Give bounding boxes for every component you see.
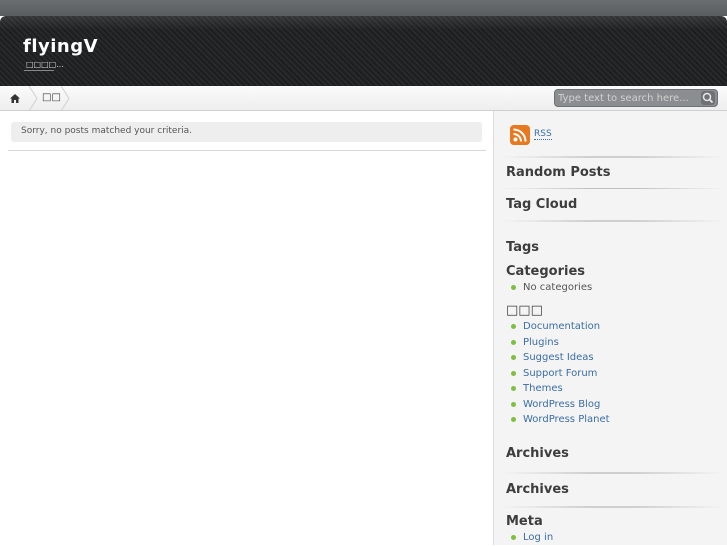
home-tab[interactable] [0, 86, 30, 111]
main-content: Sorry, no posts matched your criteria. [0, 111, 493, 545]
top-strip [0, 0, 727, 16]
widget-divider [502, 220, 724, 222]
link-documentation[interactable]: Documentation [523, 321, 600, 332]
list-item[interactable]: WordPress Planet [506, 412, 616, 426]
widget-title-archives: Archives [506, 482, 569, 497]
link-wordpress-blog[interactable]: WordPress Blog [523, 399, 600, 410]
blogroll-list: Documentation Plugins Suggest Ideas Supp… [506, 319, 616, 426]
site-title[interactable]: flyingV [23, 36, 98, 57]
link-themes[interactable]: Themes [523, 383, 563, 394]
search-input[interactable] [558, 91, 700, 105]
widget-title-links: □□□ [506, 303, 543, 318]
bullet-icon [511, 355, 516, 360]
widget-divider [502, 472, 724, 474]
nav-separator-chevron [29, 86, 38, 111]
list-item[interactable]: Suggest Ideas [506, 350, 616, 366]
site-header: flyingV □□□□... [0, 16, 727, 86]
list-item[interactable]: WordPress Blog [506, 397, 616, 413]
bullet-icon [511, 417, 516, 422]
widget-divider [502, 506, 724, 508]
list-item[interactable]: Themes [506, 381, 616, 397]
bullet-icon [511, 370, 516, 376]
link-plugins[interactable]: Plugins [523, 337, 559, 348]
list-item: No categories [506, 280, 616, 296]
home-icon [10, 94, 20, 103]
content-divider [8, 150, 486, 151]
no-posts-notice: Sorry, no posts matched your criteria. [11, 122, 482, 142]
widget-title-random-posts: Random Posts [506, 165, 611, 180]
list-item[interactable]: Documentation [506, 319, 616, 335]
search-icon[interactable] [701, 91, 715, 105]
widget-divider [502, 188, 724, 189]
nav-separator-chevron [61, 86, 70, 111]
rss-icon[interactable] [510, 125, 530, 145]
widget-title-archives: Archives [506, 446, 569, 461]
bullet-icon [511, 386, 516, 391]
header-shine [0, 16, 727, 30]
categories-list: No categories [506, 280, 616, 296]
sidebar: RSS Random Posts Tag Cloud Tags Categori… [493, 111, 727, 545]
list-item[interactable]: Support Forum [506, 366, 616, 382]
widget-title-meta: Meta [506, 514, 543, 529]
link-wordpress-planet[interactable]: WordPress Planet [523, 414, 610, 425]
bullet-icon [511, 285, 516, 290]
meta-list: Log in [506, 530, 616, 546]
site-description-underline [24, 70, 54, 71]
bullet-icon [511, 401, 516, 407]
link-support-forum[interactable]: Support Forum [523, 368, 597, 379]
widget-title-categories: Categories [506, 264, 586, 279]
nav-item-page[interactable]: □□ [42, 92, 61, 103]
search-box [554, 89, 718, 107]
widget-title-tag-cloud: Tag Cloud [506, 197, 578, 212]
list-item[interactable]: Plugins [506, 335, 616, 351]
bullet-icon [511, 324, 516, 329]
bullet-icon [511, 535, 516, 540]
widget-title-tags: Tags [506, 240, 540, 255]
rss-link[interactable]: RSS [534, 129, 552, 140]
widget-divider [502, 156, 724, 158]
bullet-icon [511, 339, 516, 345]
link-suggest-ideas[interactable]: Suggest Ideas [523, 352, 594, 363]
site-description: □□□□... [26, 60, 64, 69]
list-item[interactable]: Log in [506, 530, 616, 546]
link-log-in[interactable]: Log in [523, 532, 553, 543]
